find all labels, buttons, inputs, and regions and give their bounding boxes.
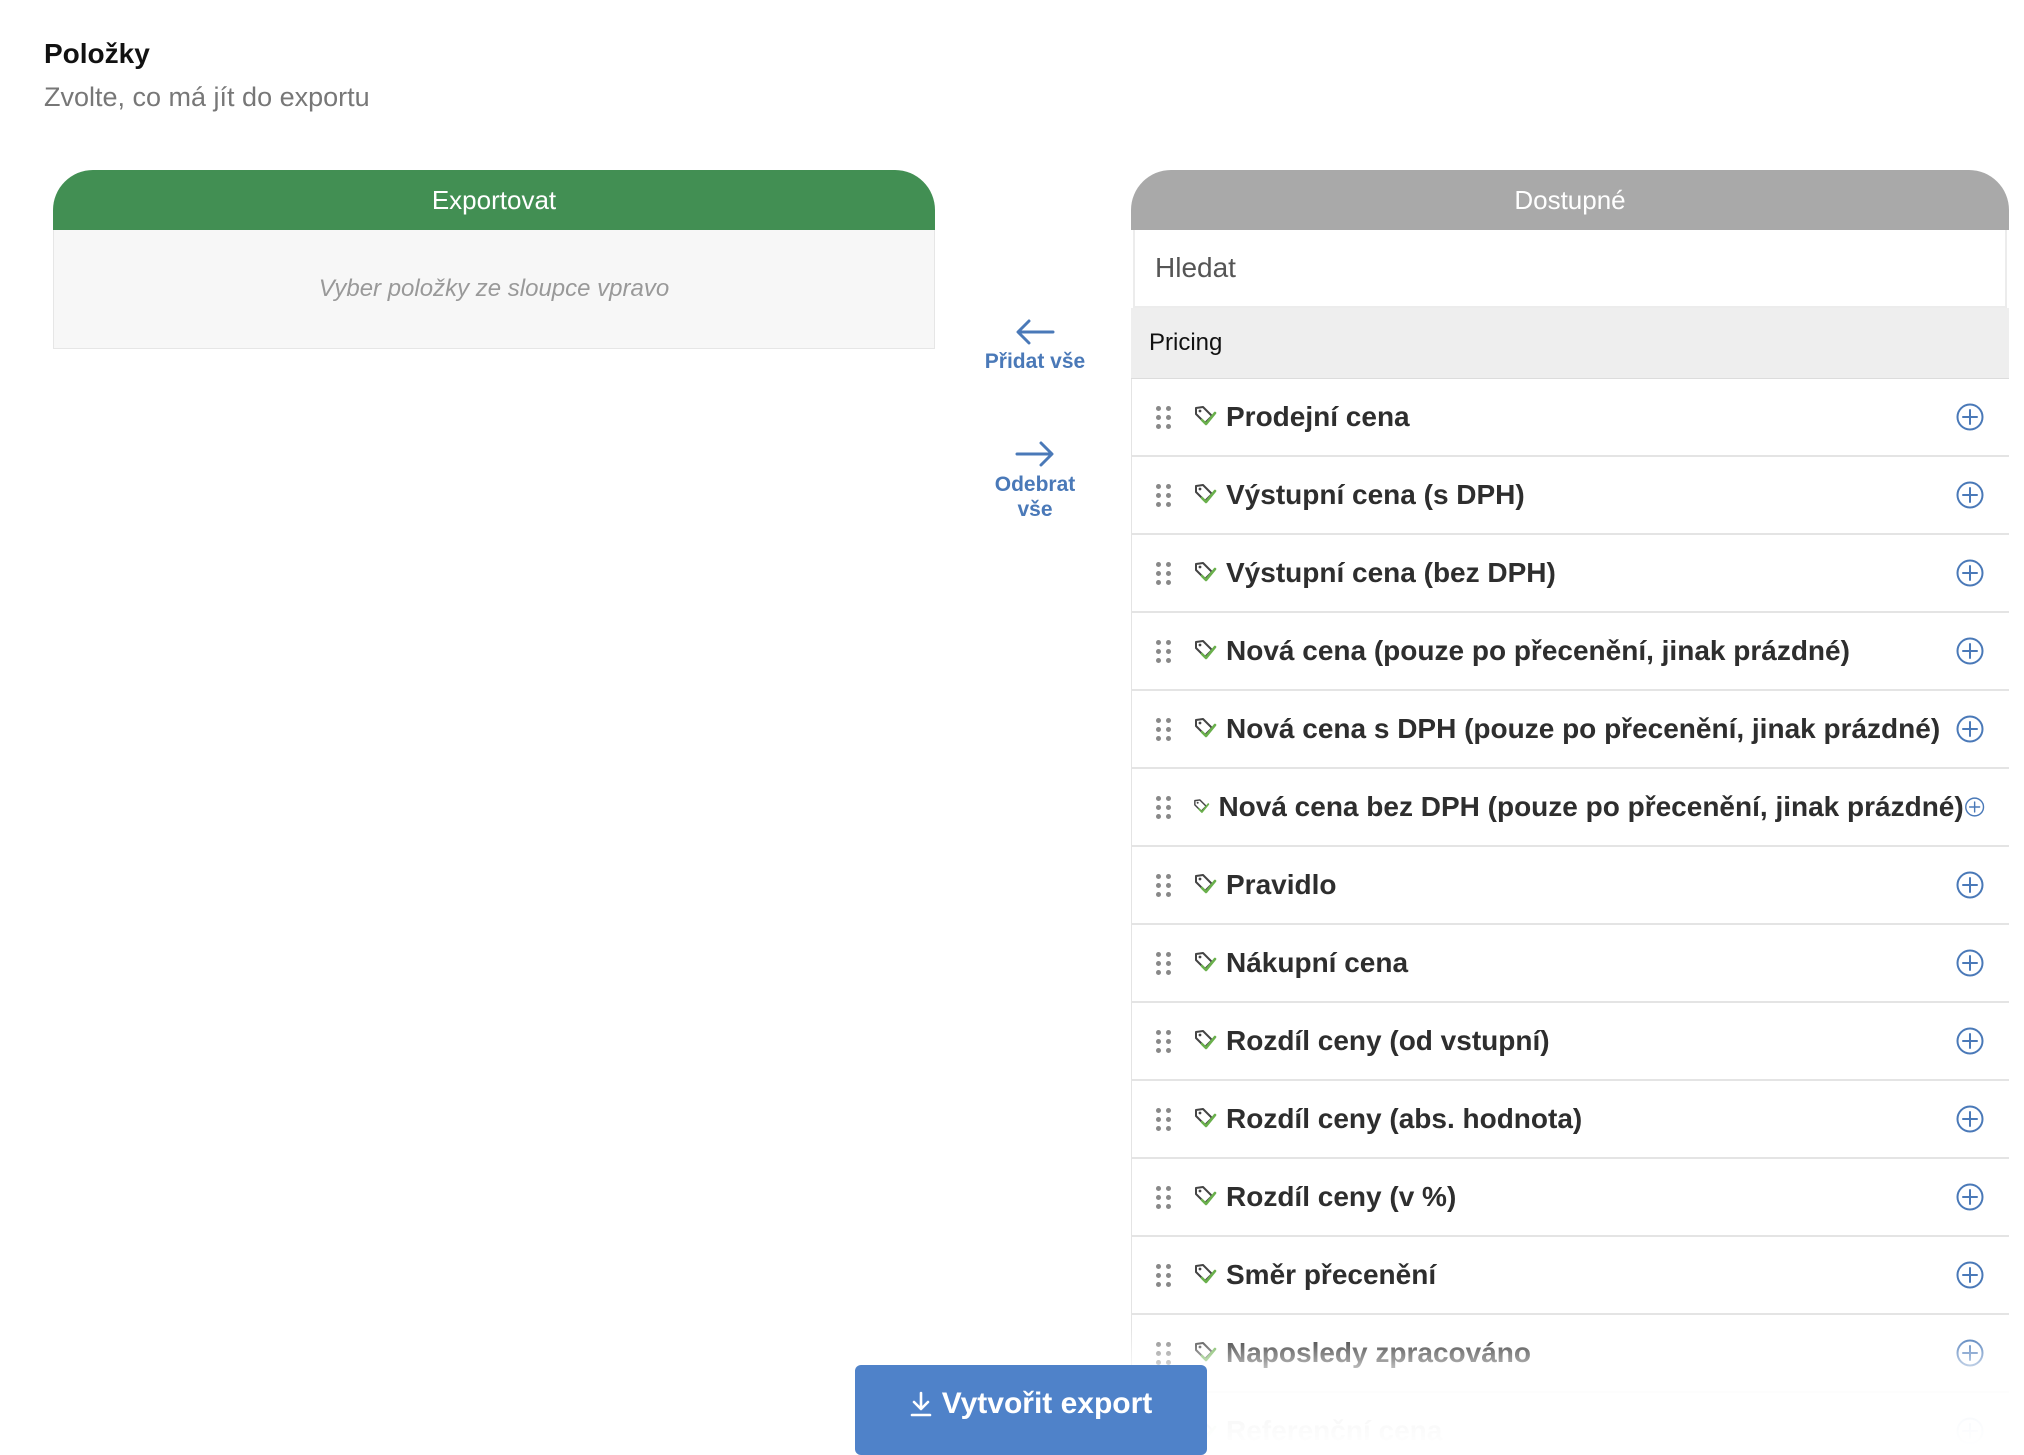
available-panel-header: Dostupné [1131, 170, 2009, 230]
list-item[interactable]: Nová cena (pouze po přecenění, jinak prá… [1131, 613, 2009, 691]
drag-handle-icon[interactable] [1156, 1341, 1172, 1365]
section-title: Položky [44, 38, 150, 69]
list-item-label: Referenční cena [1226, 1415, 1443, 1446]
list-item-label: Výstupní cena (s DPH) [1226, 479, 1525, 510]
drag-handle-icon[interactable] [1156, 795, 1172, 819]
plus-circle-icon[interactable] [1955, 1104, 1985, 1134]
drag-handle-icon[interactable] [1156, 1263, 1172, 1287]
tag-check-icon [1195, 952, 1217, 972]
list-item-label: Směr přecenění [1226, 1259, 1437, 1290]
plus-circle-icon[interactable] [1955, 1182, 1985, 1212]
add-all-label: Přidat vše [984, 350, 1086, 373]
list-item-label: Výstupní cena (bez DPH) [1226, 557, 1556, 588]
plus-circle-icon[interactable] [1955, 1026, 1985, 1056]
tag-check-icon [1195, 1186, 1217, 1206]
arrow-left-icon [1016, 319, 1055, 345]
drag-handle-icon[interactable] [1156, 717, 1172, 741]
remove-all-button[interactable]: Odebrat vše [960, 440, 1110, 522]
drag-handle-icon[interactable] [1156, 1029, 1172, 1053]
download-icon [910, 1391, 931, 1417]
drag-handle-icon[interactable] [1156, 1107, 1172, 1131]
drag-handle-icon[interactable] [1156, 561, 1172, 585]
create-export-button[interactable]: Vytvořit export [855, 1365, 1207, 1455]
list-item-label: Rozdíl ceny (v %) [1226, 1181, 1457, 1212]
tag-check-icon [1195, 562, 1217, 582]
list-item[interactable]: Výstupní cena (bez DPH) [1131, 535, 2009, 613]
list-item[interactable]: Referenční cena [1131, 1393, 2009, 1446]
add-all-button[interactable]: Přidat vše [960, 318, 1110, 374]
plus-circle-icon[interactable] [1955, 402, 1985, 432]
list-item[interactable]: Naposledy zpracováno [1131, 1315, 2009, 1393]
section-subtitle: Zvolte, co má jít do exportu [44, 82, 370, 112]
list-item[interactable]: Výstupní cena (s DPH) [1131, 457, 2009, 535]
plus-circle-icon[interactable] [1955, 948, 1985, 978]
tag-check-icon [1195, 640, 1217, 660]
tag-check-icon [1195, 406, 1217, 426]
list-item-label: Prodejní cena [1226, 401, 1410, 432]
plus-circle-icon[interactable] [1955, 636, 1985, 666]
plus-circle-icon[interactable] [1955, 870, 1985, 900]
list-item-label: Nová cena (pouze po přecenění, jinak prá… [1226, 635, 1850, 666]
tag-check-icon [1195, 1342, 1217, 1362]
tag-check-icon [1195, 718, 1217, 738]
tag-check-icon [1195, 484, 1217, 504]
drag-handle-icon[interactable] [1156, 405, 1172, 429]
export-panel: Exportovat Vyber položky ze sloupce vpra… [53, 170, 935, 349]
list-item-label: Naposledy zpracováno [1226, 1337, 1531, 1368]
list-item-label: Pravidlo [1226, 869, 1337, 900]
group-header-pricing: Pricing [1131, 308, 2009, 379]
tag-check-icon [1195, 1108, 1217, 1128]
plus-circle-icon[interactable] [1955, 1260, 1985, 1290]
create-export-label: Vytvořit export [941, 1387, 1153, 1420]
list-item-label: Nová cena s DPH (pouze po přecenění, jin… [1226, 713, 1941, 744]
drag-handle-icon[interactable] [1156, 873, 1172, 897]
plus-circle-icon[interactable] [1955, 558, 1985, 588]
tag-check-icon [1195, 1264, 1217, 1284]
remove-all-label-line2: vše [1017, 498, 1053, 521]
list-item[interactable]: Prodejní cena [1131, 379, 2009, 457]
arrow-right-icon [1015, 441, 1054, 467]
plus-circle-icon[interactable] [1955, 714, 1985, 744]
available-item-list: Prodejní cena Výstupní cena (s DPH) Výstup… [1131, 379, 2009, 1446]
plus-circle-icon[interactable] [1955, 480, 1985, 510]
list-item-label: Nákupní cena [1226, 947, 1409, 978]
drag-handle-icon[interactable] [1156, 483, 1172, 507]
list-item[interactable]: Nová cena s DPH (pouze po přecenění, jin… [1131, 691, 2009, 769]
list-item[interactable]: Rozdíl ceny (abs. hodnota) [1131, 1081, 2009, 1159]
tag-check-icon [1194, 799, 1210, 813]
plus-circle-icon[interactable] [1964, 792, 1985, 822]
list-item[interactable]: Rozdíl ceny (od vstupní) [1131, 1003, 2009, 1081]
plus-circle-icon[interactable] [1955, 1338, 1985, 1368]
drag-handle-icon[interactable] [1156, 639, 1172, 663]
list-item[interactable]: Směr přecenění [1131, 1237, 2009, 1315]
search-input[interactable]: Hledat [1133, 230, 2007, 308]
export-panel-header: Exportovat [53, 170, 935, 230]
export-empty-placeholder: Vyber položky ze sloupce vpravo [53, 230, 935, 349]
remove-all-label-line1: Odebrat [994, 473, 1076, 496]
available-panel: Dostupné Hledat Pricing Prodejní cena Výs… [1131, 170, 2009, 1446]
list-item[interactable]: Nová cena bez DPH (pouze po přecenění, j… [1131, 769, 2009, 847]
drag-handle-icon[interactable] [1156, 951, 1172, 975]
list-item-label: Nová cena bez DPH (pouze po přecenění, j… [1218, 791, 1964, 822]
list-item[interactable]: Pravidlo [1131, 847, 2009, 925]
tag-check-icon [1195, 874, 1217, 894]
plus-circle-icon[interactable] [1955, 1416, 1985, 1446]
list-item-label: Rozdíl ceny (abs. hodnota) [1226, 1103, 1583, 1134]
list-item[interactable]: Nákupní cena [1131, 925, 2009, 1003]
list-item[interactable]: Rozdíl ceny (v %) [1131, 1159, 2009, 1237]
tag-check-icon [1195, 1030, 1217, 1050]
list-item-label: Rozdíl ceny (od vstupní) [1226, 1025, 1550, 1056]
drag-handle-icon[interactable] [1156, 1185, 1172, 1209]
